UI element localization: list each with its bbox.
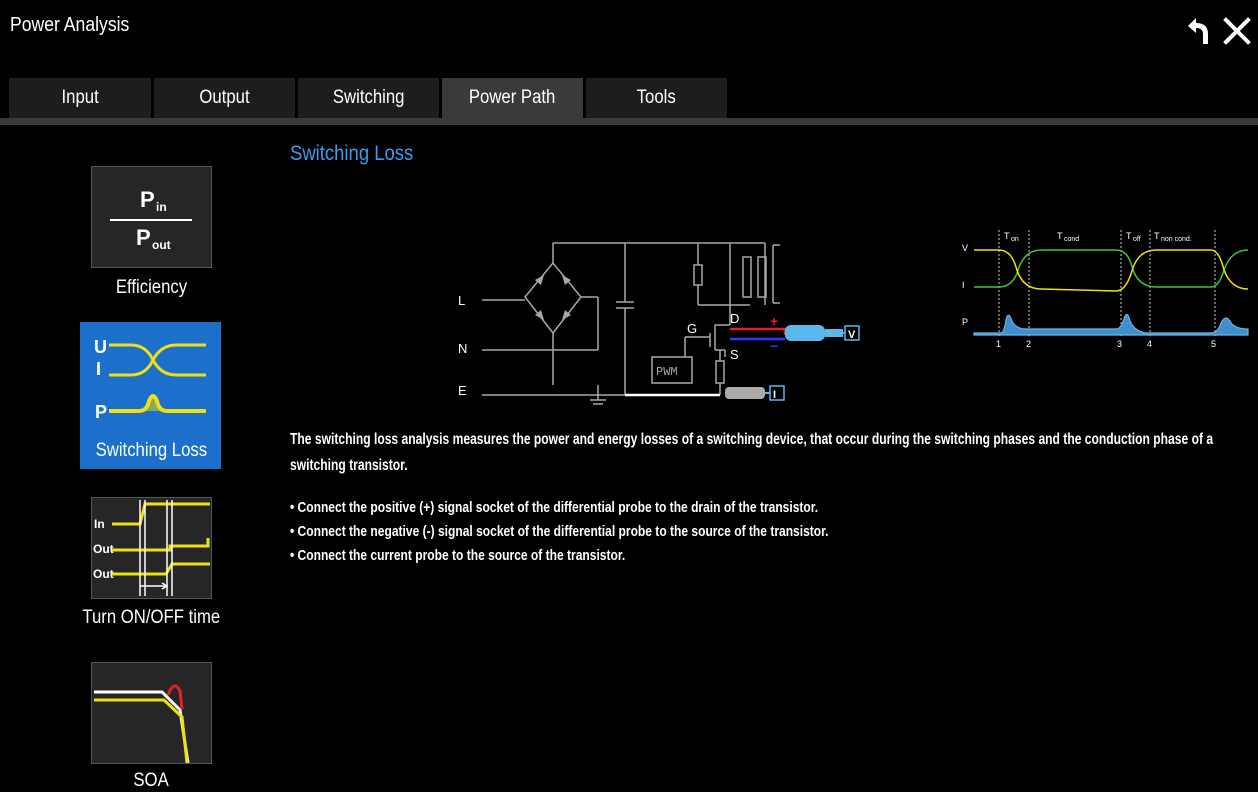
- svg-text:P: P: [95, 402, 107, 422]
- tab-input[interactable]: Input: [9, 78, 151, 118]
- svg-text:Out: Out: [93, 567, 114, 581]
- efficiency-ratio-icon: P in P out: [91, 166, 212, 268]
- close-icon[interactable]: [1220, 14, 1254, 48]
- instruction-item: • Connect the positive (+) signal socket…: [290, 500, 819, 516]
- turn-on-off-time-icon: In Out Out: [91, 497, 212, 599]
- svg-text:D: D: [730, 311, 739, 326]
- svg-text:2: 2: [1026, 339, 1031, 349]
- svg-text:E: E: [458, 383, 467, 398]
- svg-text:In: In: [94, 517, 105, 531]
- undo-arrow-icon[interactable]: [1180, 14, 1214, 48]
- instruction-item: • Connect the negative (-) signal socket…: [290, 524, 829, 540]
- svg-text:on: on: [1011, 236, 1019, 243]
- svg-text:T: T: [1154, 231, 1160, 241]
- svg-text:P: P: [962, 317, 968, 327]
- sidebar-item-label: SOA: [133, 770, 169, 791]
- svg-text:T: T: [1057, 231, 1063, 241]
- sidebar-item-label: Turn ON/OFF time: [82, 607, 220, 628]
- svg-text:+: +: [770, 313, 778, 329]
- instruction-item: • Connect the current probe to the sourc…: [290, 548, 626, 564]
- tab-output[interactable]: Output: [154, 78, 295, 118]
- svg-text:in: in: [156, 200, 167, 214]
- svg-text:4: 4: [1147, 339, 1152, 349]
- svg-text:cond: cond: [1064, 236, 1079, 243]
- svg-text:P: P: [136, 225, 151, 250]
- circuit-diagram: L N E G D S PWM + − V I: [458, 242, 860, 405]
- svg-text:U: U: [94, 337, 107, 357]
- svg-text:P: P: [140, 187, 155, 212]
- sidebar-item-label: Switching Loss: [95, 440, 207, 461]
- tab-power-path[interactable]: Power Path: [442, 78, 583, 118]
- svg-text:3: 3: [1117, 339, 1122, 349]
- svg-text:I: I: [773, 389, 776, 401]
- svg-text:off: off: [1133, 236, 1141, 243]
- svg-text:out: out: [152, 238, 171, 252]
- svg-text:Out: Out: [93, 542, 114, 556]
- svg-text:5: 5: [1211, 339, 1216, 349]
- svg-text:T: T: [1126, 231, 1132, 241]
- svg-text:S: S: [730, 347, 739, 362]
- tab-underline: [0, 118, 1258, 125]
- tab-switching[interactable]: Switching: [298, 78, 439, 118]
- switching-waveform-diagram: T on T cond T off T non cond. V I P 1 2 …: [962, 230, 1249, 349]
- title-bar: Power Analysis: [0, 0, 1258, 62]
- svg-text:I: I: [96, 359, 101, 379]
- svg-text:T: T: [1004, 231, 1010, 241]
- tab-bar: Input Output Switching Power Path Tools: [0, 78, 1258, 120]
- analysis-description: The switching loss analysis measures the…: [290, 431, 1214, 474]
- sidebar-item-label: Efficiency: [115, 277, 187, 298]
- svg-text:non cond.: non cond.: [1161, 236, 1192, 243]
- svg-text:1: 1: [996, 339, 1001, 349]
- svg-text:V: V: [848, 329, 856, 341]
- tab-tools[interactable]: Tools: [586, 78, 727, 118]
- svg-text:L: L: [458, 293, 465, 308]
- svg-text:N: N: [458, 341, 467, 356]
- section-title: Switching Loss: [290, 142, 414, 165]
- svg-text:V: V: [962, 243, 968, 253]
- switching-loss-waveform-icon: U I P: [90, 332, 212, 434]
- svg-text:I: I: [962, 280, 965, 290]
- svg-text:PWM: PWM: [656, 365, 678, 379]
- svg-text:−: −: [770, 338, 778, 354]
- svg-text:G: G: [687, 321, 697, 336]
- soa-curve-icon: [91, 662, 212, 764]
- window-title: Power Analysis: [10, 14, 130, 36]
